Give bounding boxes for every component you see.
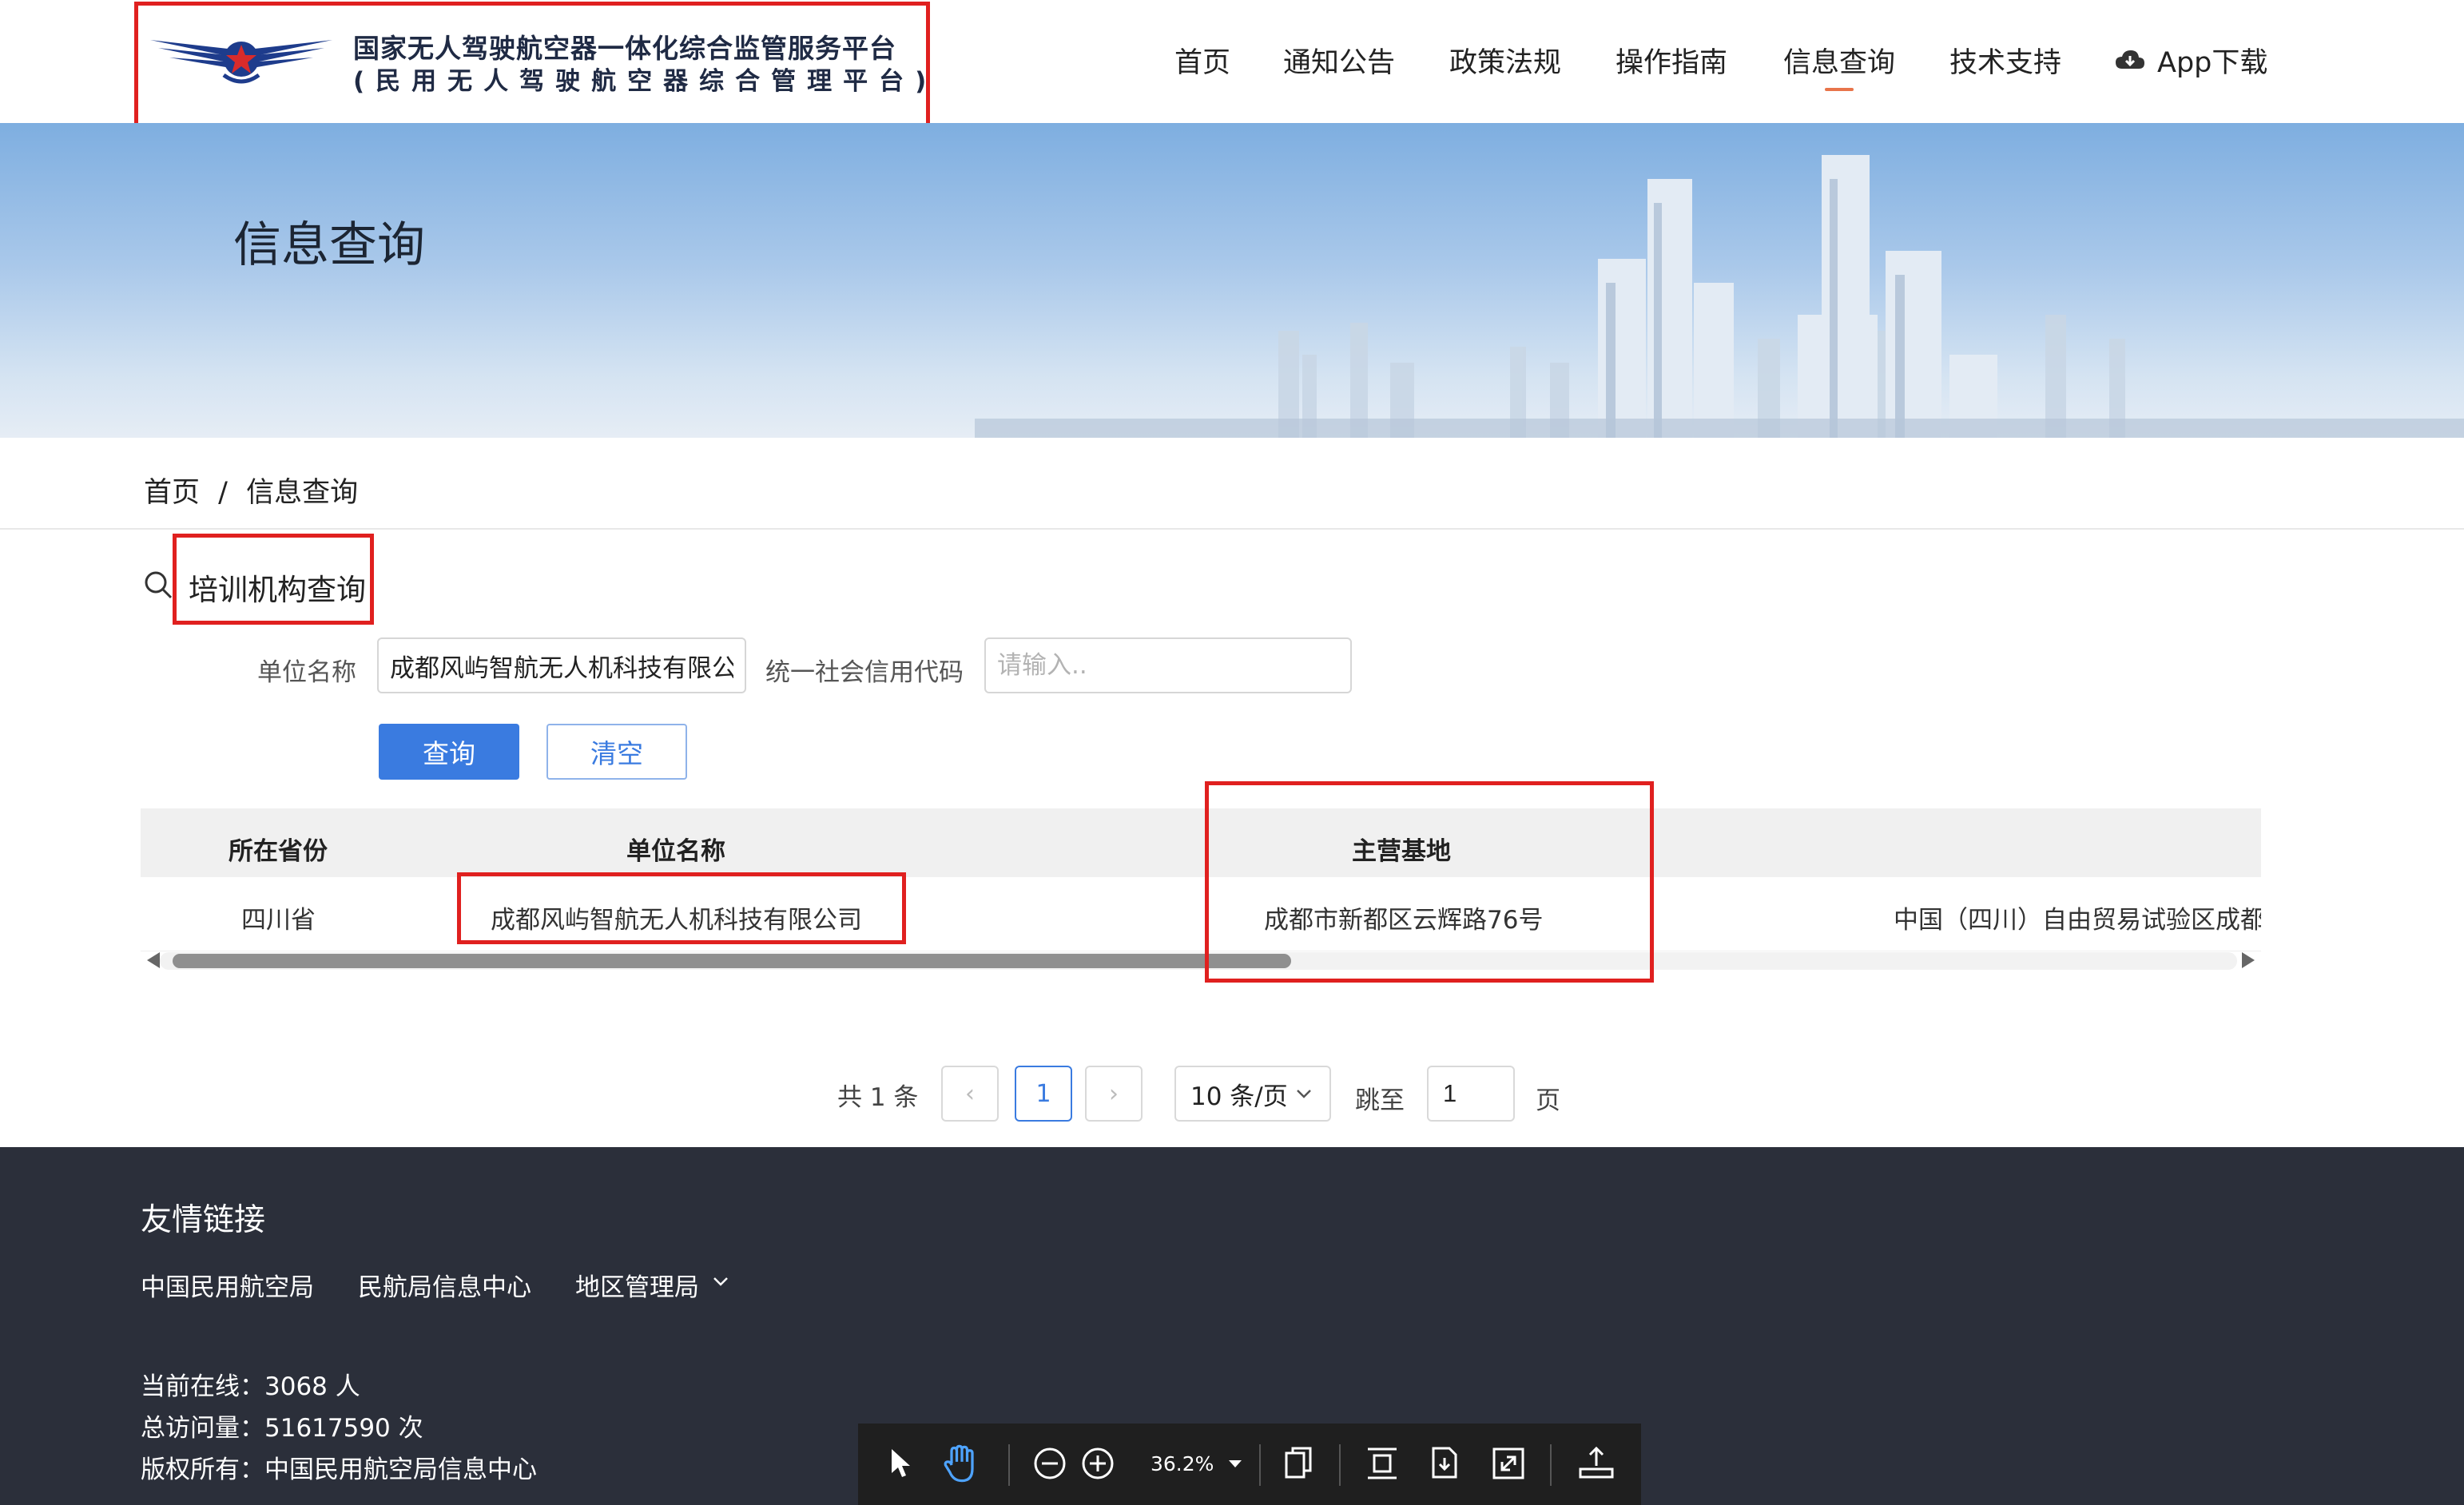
chevron-down-icon[interactable] — [713, 1277, 729, 1286]
unit-name-input[interactable] — [377, 637, 746, 693]
scroll-right-arrow-icon[interactable] — [2242, 952, 2255, 968]
fit-page-icon[interactable] — [1429, 1444, 1461, 1481]
credit-code-input[interactable] — [984, 637, 1352, 693]
breadcrumb-home[interactable]: 首页 — [144, 477, 200, 509]
annotation-box-section-title — [173, 534, 374, 625]
banner-title: 信息查询 — [233, 217, 425, 273]
toolbar-separator — [1550, 1444, 1552, 1486]
column-header-unit-name: 单位名称 — [626, 837, 725, 866]
hand-tool-icon[interactable] — [943, 1443, 981, 1484]
city-skyline-illustration — [975, 155, 2464, 438]
export-icon[interactable] — [1577, 1444, 1616, 1481]
annotation-box-unit-name — [457, 872, 906, 944]
breadcrumb-separator: / — [218, 477, 228, 509]
nav-info-query[interactable]: 信息查询 — [1783, 40, 1895, 81]
query-button[interactable]: 查询 — [379, 724, 519, 780]
cell-registered-address-text: 中国（四川）自由贸易试验区成都 — [1894, 906, 2261, 935]
pagination-next-button[interactable]: › — [1085, 1066, 1143, 1122]
nav-home[interactable]: 首页 — [1174, 40, 1230, 81]
pagination-prev-button[interactable]: ‹ — [941, 1066, 999, 1122]
divider — [0, 528, 2464, 530]
breadcrumb-current: 信息查询 — [246, 477, 359, 509]
nav-announcements[interactable]: 通知公告 — [1283, 40, 1395, 81]
page-size-value: 10 条/页 — [1190, 1082, 1288, 1111]
page-suffix: 页 — [1536, 1086, 1560, 1115]
footer-link-caac[interactable]: 中国民用航空局 — [141, 1267, 314, 1303]
table-header — [141, 808, 2261, 877]
unit-name-label: 单位名称 — [257, 658, 356, 687]
nav-guide[interactable]: 操作指南 — [1616, 40, 1727, 81]
zoom-level[interactable]: 36.2% — [1151, 1452, 1214, 1475]
visit-count: 总访问量：51617590 次 — [141, 1414, 423, 1443]
fullscreen-icon[interactable] — [1491, 1446, 1526, 1481]
hero-banner: 信息查询 — [0, 123, 2464, 438]
search-icon — [145, 571, 173, 599]
nav-active-indicator — [1825, 88, 1854, 91]
annotation-box-logo — [134, 2, 930, 139]
zoom-dropdown-icon[interactable] — [1227, 1459, 1243, 1468]
zoom-in-icon[interactable] — [1080, 1446, 1115, 1481]
copyright: 版权所有：中国民用航空局信息中心 — [141, 1455, 537, 1484]
zoom-out-icon[interactable] — [1032, 1446, 1067, 1481]
cloud-download-icon[interactable] — [2114, 48, 2146, 72]
cell-registered-address: 中国（四川）自由贸易试验区成都 — [1894, 899, 2261, 935]
jump-label: 跳至 — [1355, 1086, 1405, 1115]
nav-policies[interactable]: 政策法规 — [1449, 40, 1561, 81]
clear-button[interactable]: 清空 — [546, 724, 687, 780]
footer-link-regional-bureau[interactable]: 地区管理局 — [575, 1267, 699, 1303]
online-count: 当前在线：3068 人 — [141, 1372, 360, 1401]
chevron-down-icon — [1296, 1090, 1311, 1098]
credit-code-label: 统一社会信用代码 — [765, 658, 964, 687]
nav-tech-support[interactable]: 技术支持 — [1949, 40, 2061, 81]
annotation-box-main-base — [1205, 781, 1654, 983]
fit-height-icon[interactable] — [1365, 1446, 1400, 1481]
jump-page-input[interactable] — [1427, 1066, 1515, 1122]
select-arrow-icon[interactable] — [888, 1446, 912, 1481]
column-header-province: 所在省份 — [229, 837, 328, 866]
breadcrumb: 首页 / 信息查询 — [144, 470, 358, 510]
pagination-page-1[interactable]: 1 — [1015, 1066, 1072, 1122]
friendly-links-title: 友情链接 — [141, 1202, 266, 1238]
toolbar-separator — [1259, 1444, 1261, 1486]
page-size-select[interactable]: 10 条/页 — [1174, 1066, 1331, 1122]
horizontal-scrollbar-thumb[interactable] — [173, 954, 1291, 968]
pagination-total: 共 1 条 — [837, 1083, 919, 1112]
nav-app-download[interactable]: App下载 — [2157, 40, 2267, 81]
toolbar-separator — [1008, 1444, 1010, 1486]
scroll-left-arrow-icon[interactable] — [147, 952, 160, 968]
toolbar-separator — [1339, 1444, 1341, 1486]
footer-link-info-center[interactable]: 民航局信息中心 — [358, 1267, 531, 1303]
copy-pages-icon[interactable] — [1283, 1444, 1315, 1481]
cell-province: 四川省 — [241, 906, 316, 935]
